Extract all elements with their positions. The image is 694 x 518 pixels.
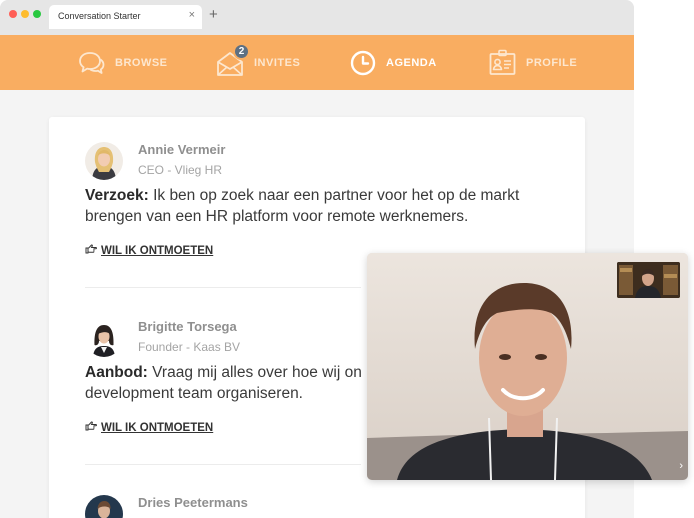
message-type-label: Verzoek: bbox=[85, 187, 149, 204]
pointing-hand-icon bbox=[85, 421, 101, 434]
feed-entry: Dries Peetermans bbox=[85, 495, 545, 518]
new-tab-button[interactable]: + bbox=[209, 6, 218, 24]
tab-close-icon[interactable]: × bbox=[189, 9, 195, 21]
close-window-button[interactable] bbox=[9, 10, 17, 18]
nav-invites[interactable]: 2 INVITES bbox=[216, 35, 300, 90]
chat-bubbles-icon bbox=[78, 50, 105, 76]
person-role: CEO - Vlieg HR bbox=[138, 163, 223, 177]
browser-tab[interactable]: Conversation Starter × bbox=[49, 5, 202, 29]
nav-agenda[interactable]: AGENDA bbox=[350, 35, 437, 90]
browser-titlebar: Conversation Starter × + bbox=[0, 0, 634, 35]
person-name[interactable]: Annie Vermeir bbox=[138, 142, 225, 157]
avatar[interactable] bbox=[85, 495, 123, 518]
message-text: Vraag mij alles over hoe wij on bbox=[152, 364, 362, 381]
avatar[interactable] bbox=[85, 142, 123, 180]
nav-browse[interactable]: BROWSE bbox=[78, 35, 168, 90]
want-to-meet-label: WIL IK ONTMOETEN bbox=[101, 244, 214, 257]
video-call-window[interactable]: › bbox=[367, 253, 688, 480]
want-to-meet-link[interactable]: WIL IK ONTMOETEN bbox=[85, 421, 213, 434]
maximize-window-button[interactable] bbox=[33, 10, 41, 18]
tab-title: Conversation Starter bbox=[58, 11, 141, 21]
message-text-continued: development team organiseren. bbox=[85, 385, 303, 402]
message-type-label: Aanbod: bbox=[85, 364, 148, 381]
clock-icon bbox=[350, 50, 376, 76]
person-name[interactable]: Dries Peetermans bbox=[138, 495, 248, 510]
app-navbar: BROWSE 2 INVITES AGENDA PROFILE bbox=[0, 35, 634, 90]
chevron-right-icon[interactable]: › bbox=[679, 460, 683, 472]
nav-agenda-label: AGENDA bbox=[386, 56, 437, 69]
nav-invites-label: INVITES bbox=[254, 56, 301, 69]
pointing-hand-icon bbox=[85, 244, 101, 257]
entry-divider bbox=[85, 464, 361, 465]
want-to-meet-label: WIL IK ONTMOETEN bbox=[101, 421, 214, 434]
message-text: Ik ben op zoek naar een partner voor het… bbox=[85, 187, 520, 225]
request-message: Verzoek: Ik ben op zoek naar een partner… bbox=[85, 185, 545, 227]
nav-profile[interactable]: PROFILE bbox=[489, 35, 577, 90]
id-card-icon bbox=[489, 49, 516, 76]
nav-profile-label: PROFILE bbox=[526, 56, 578, 69]
avatar[interactable] bbox=[85, 319, 123, 357]
person-name[interactable]: Brigitte Torsega bbox=[138, 319, 237, 334]
self-view-thumbnail[interactable] bbox=[617, 262, 680, 298]
invites-count-badge: 2 bbox=[233, 43, 250, 60]
nav-browse-label: BROWSE bbox=[115, 56, 168, 69]
want-to-meet-link[interactable]: WIL IK ONTMOETEN bbox=[85, 244, 213, 257]
person-role: Founder - Kaas BV bbox=[138, 340, 241, 354]
minimize-window-button[interactable] bbox=[21, 10, 29, 18]
entry-divider bbox=[85, 287, 361, 288]
